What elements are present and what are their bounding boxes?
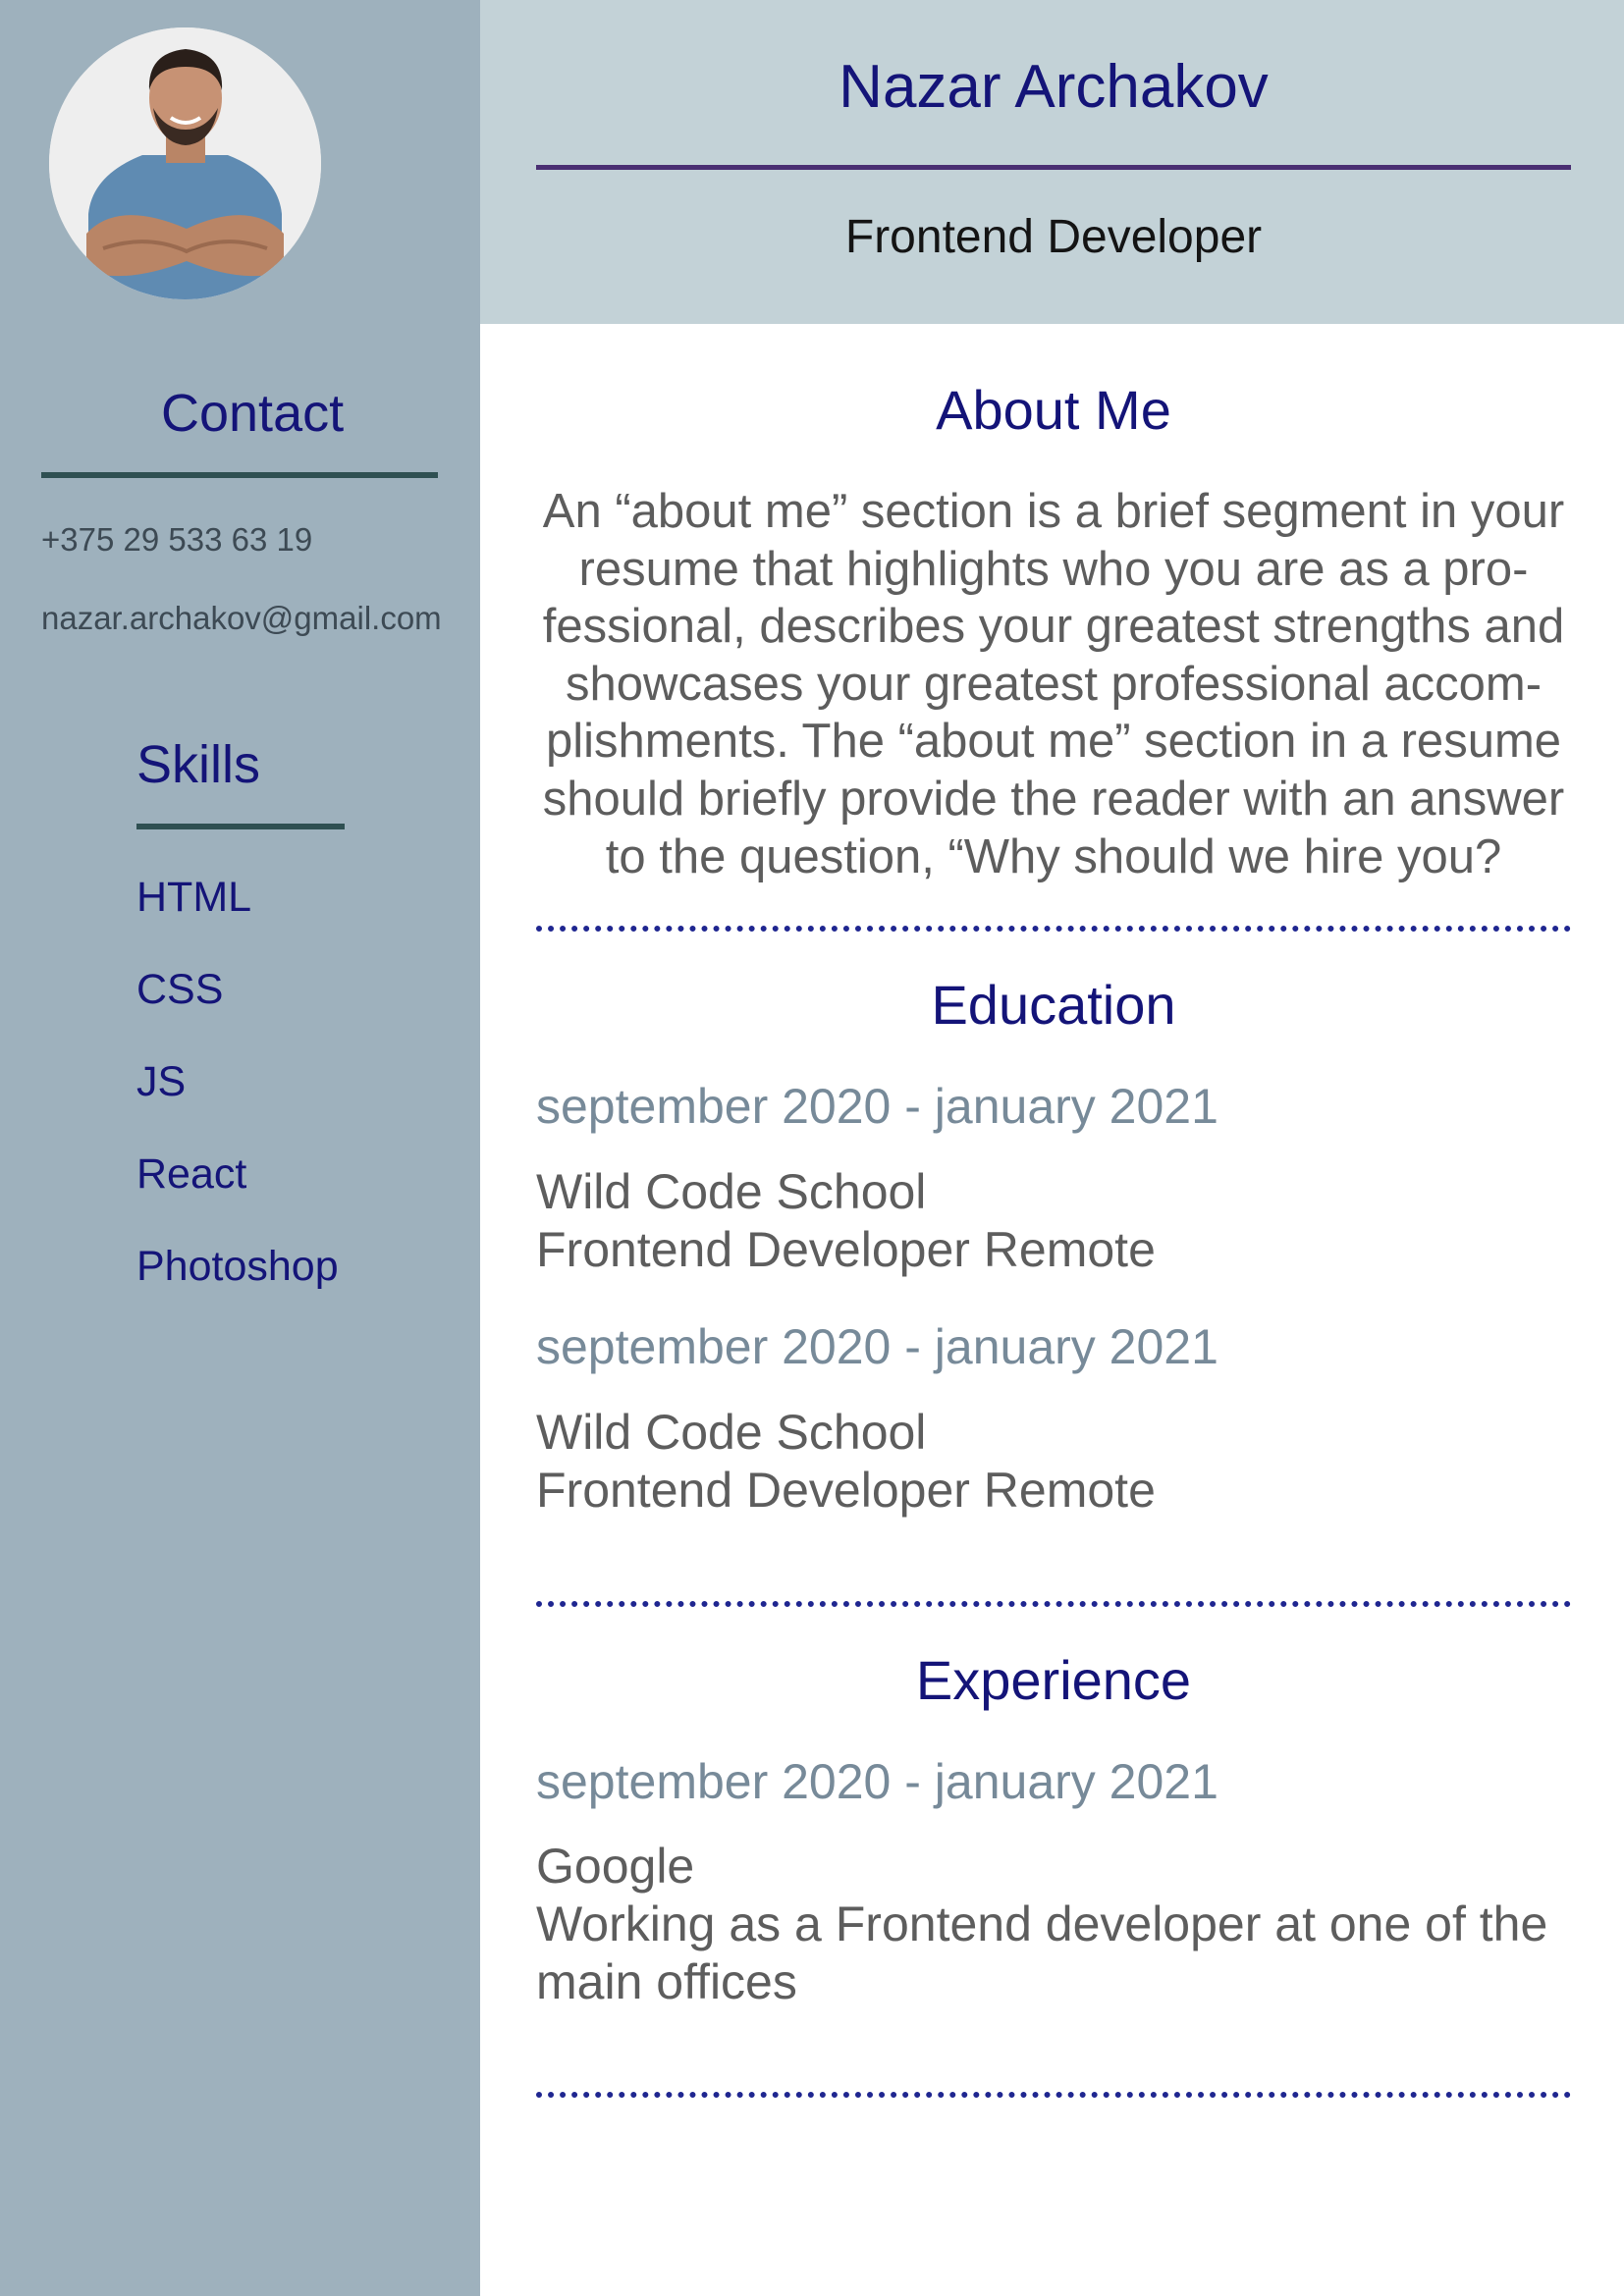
person-role: Frontend Developer <box>844 211 1263 263</box>
name-divider <box>536 165 1571 170</box>
about-text: An “about me” section is a brief segment… <box>536 483 1571 885</box>
education-place: Wild Code School <box>536 1164 927 1219</box>
section-divider <box>536 926 1571 932</box>
person-name: Nazar Archakov <box>839 53 1269 121</box>
experience-desc-line: Working as a Frontend developer at one o… <box>536 1896 1548 1951</box>
skills-title: Skills <box>136 735 261 794</box>
experience-date: september 2020 - january 2021 <box>536 1754 1218 1809</box>
experience-title: Experience <box>915 1649 1192 1711</box>
education-entry: Wild Code School Frontend Developer Remo… <box>536 1163 1571 1279</box>
about-line: to the question, “Why should we hire you… <box>605 829 1502 883</box>
education-date: september 2020 - january 2021 <box>536 1319 1218 1374</box>
skill-item: Photoshop <box>136 1243 339 1290</box>
about-line: plishments. The “about me” section in a … <box>545 715 1562 769</box>
education-entry: Wild Code School Frontend Developer Remo… <box>536 1404 1571 1520</box>
person-photo-icon <box>49 27 321 299</box>
education-place: Wild Code School <box>536 1405 927 1460</box>
about-line: should briefly provide the reader with a… <box>542 772 1565 826</box>
about-line: resume that highlights who you are as a … <box>578 542 1529 596</box>
skills-divider <box>136 824 345 829</box>
skill-item: JS <box>136 1058 187 1105</box>
contact-divider <box>41 472 438 478</box>
skill-item: CSS <box>136 966 224 1013</box>
contact-title: Contact <box>161 384 345 443</box>
about-title: About Me <box>936 379 1171 441</box>
contact-email: nazar.archakov@gmail.com <box>41 600 442 636</box>
skill-item: React <box>136 1150 247 1198</box>
education-desc: Frontend Developer Remote <box>536 1222 1156 1277</box>
sidebar: Contact +375 29 533 63 19 nazar.archakov… <box>0 0 480 2296</box>
education-title: Education <box>931 974 1176 1036</box>
experience-place: Google <box>536 1839 695 1894</box>
profile-photo <box>49 27 321 299</box>
experience-entry: Google Working as a Frontend developer a… <box>536 1838 1571 2011</box>
experience-desc-line: main offices <box>536 1954 797 2009</box>
education-desc: Frontend Developer Remote <box>536 1463 1156 1518</box>
section-divider <box>536 2092 1571 2098</box>
about-line: showcases your greatest professional acc… <box>565 657 1543 711</box>
about-line: fessional, describes your greatest stren… <box>542 600 1565 654</box>
education-date: september 2020 - january 2021 <box>536 1079 1218 1134</box>
skill-item: HTML <box>136 874 252 921</box>
header-band <box>480 0 1624 324</box>
section-divider <box>536 1601 1571 1607</box>
contact-phone: +375 29 533 63 19 <box>41 521 313 558</box>
about-line: An “about me” section is a brief segment… <box>542 485 1565 538</box>
